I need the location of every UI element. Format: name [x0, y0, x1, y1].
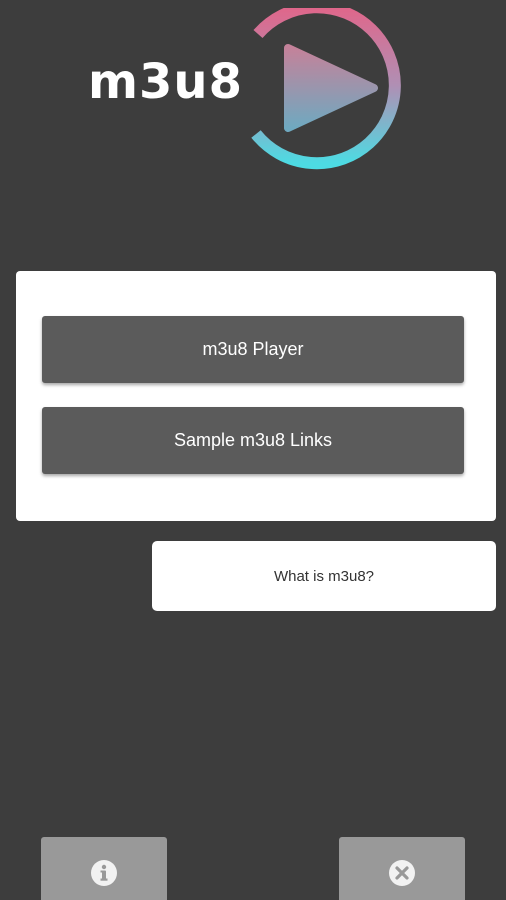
- play-logo-icon: [251, 8, 401, 170]
- close-button[interactable]: [339, 837, 465, 900]
- logo-text: m3u8: [88, 54, 243, 110]
- info-icon: [91, 860, 117, 886]
- sample-links-button[interactable]: Sample m3u8 Links: [42, 407, 464, 474]
- menu-card: m3u8 Player Sample m3u8 Links: [16, 271, 496, 521]
- sample-links-label: Sample m3u8 Links: [173, 430, 333, 450]
- what-is-m3u8-button[interactable]: What is m3u8?: [152, 541, 496, 611]
- m3u8-player-button[interactable]: m3u8 Player: [42, 316, 464, 383]
- app-logo: m3u8: [84, 8, 424, 180]
- info-button[interactable]: [41, 837, 167, 900]
- what-is-m3u8-label: What is m3u8?: [273, 567, 375, 585]
- close-icon: [389, 860, 415, 886]
- m3u8-player-label: m3u8 Player: [202, 339, 304, 359]
- app-screen: m3u8 m3u8 Player Sample m3u8 Links What …: [0, 0, 506, 900]
